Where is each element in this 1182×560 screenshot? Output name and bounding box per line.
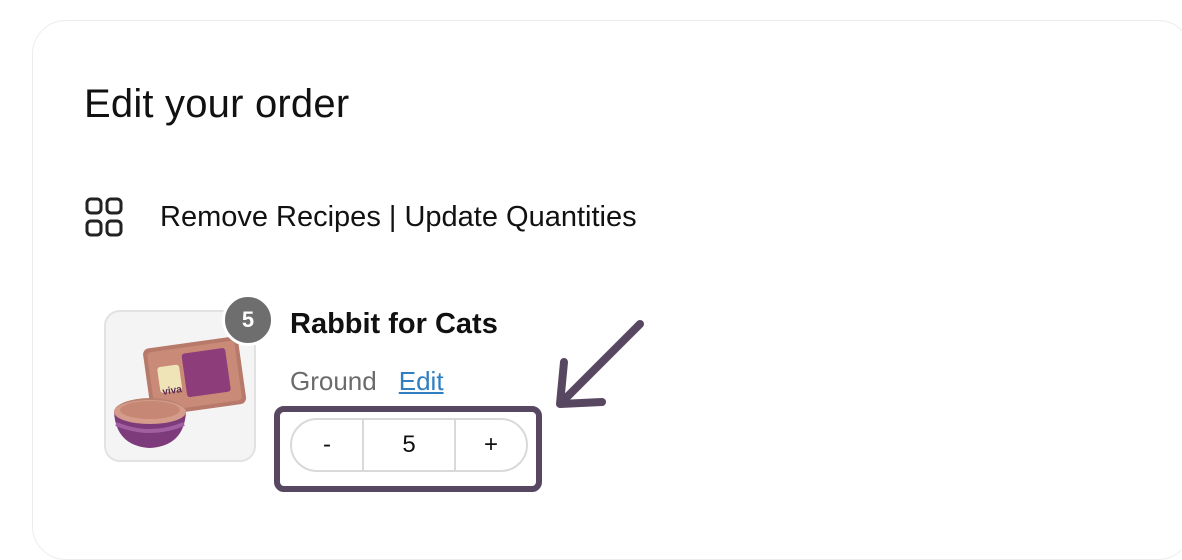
section-header: Remove Recipes | Update Quantities: [84, 196, 637, 238]
page-title: Edit your order: [84, 82, 350, 126]
section-label: Remove Recipes | Update Quantities: [160, 200, 637, 233]
decrement-button[interactable]: -: [292, 420, 362, 470]
variant-label: Ground: [290, 366, 377, 396]
quantity-value[interactable]: 5: [362, 420, 456, 470]
quantity-badge: 5: [222, 294, 274, 346]
increment-button[interactable]: +: [456, 420, 526, 470]
quantity-stepper: - 5 +: [290, 418, 528, 472]
grid-icon: [85, 197, 123, 237]
annotation-arrow-icon: [556, 320, 644, 408]
product-name: Rabbit for Cats: [290, 308, 498, 340]
variant-row: Ground Edit: [290, 366, 444, 397]
edit-link[interactable]: Edit: [399, 366, 444, 397]
